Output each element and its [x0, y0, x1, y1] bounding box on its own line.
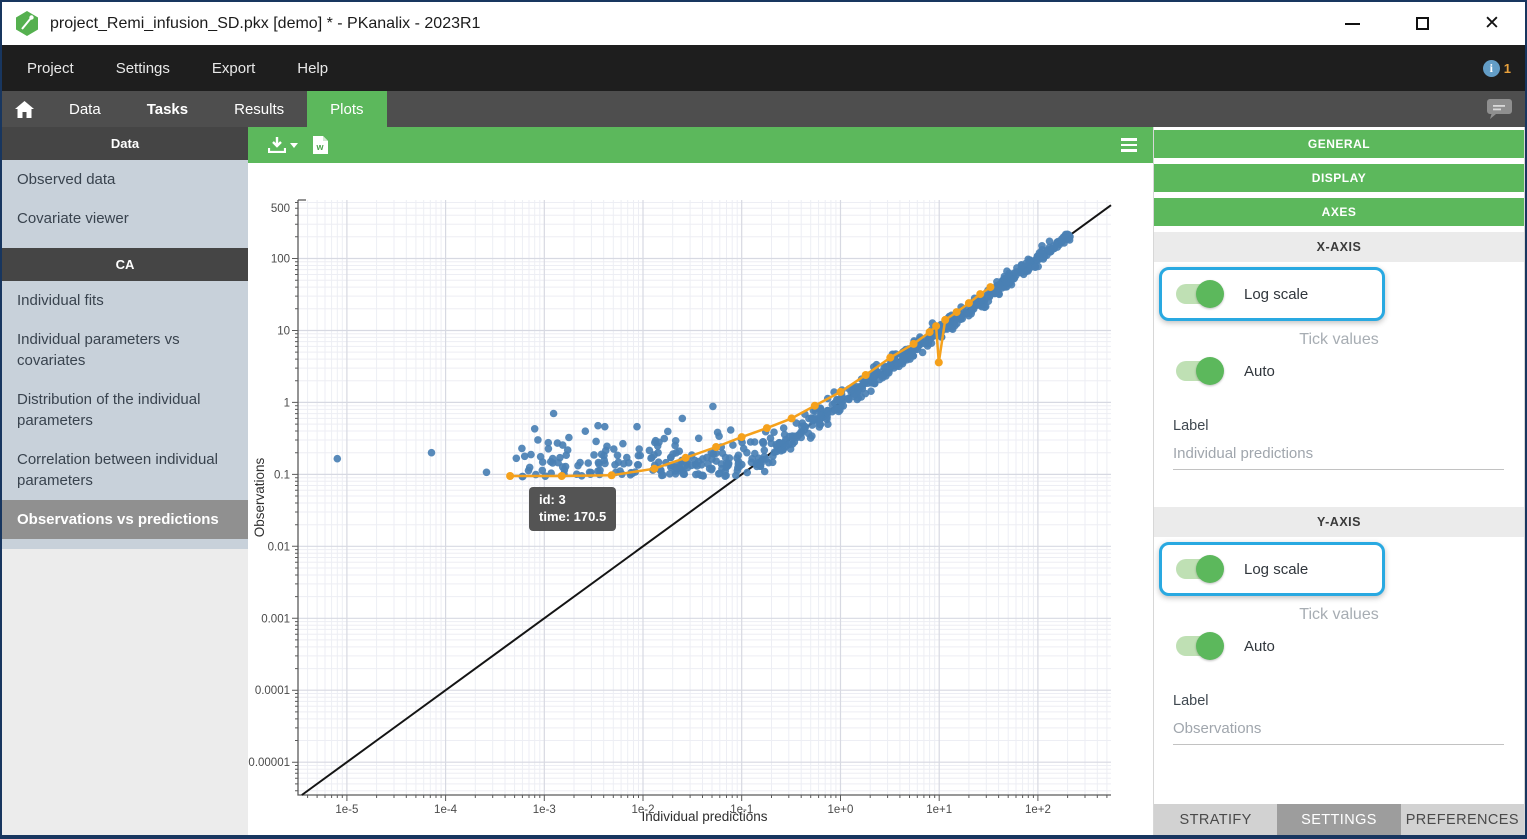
sidebar-item-individual-parameters-vs-covariates[interactable]: Individual parameters vs covariates — [2, 320, 248, 380]
svg-text:1: 1 — [284, 397, 290, 409]
menu-item-project[interactable]: Project — [6, 60, 95, 77]
sidebar-item-individual-fits[interactable]: Individual fits — [2, 281, 248, 320]
menu-bar: ProjectSettingsExportHelp i 1 — [2, 45, 1525, 91]
svg-text:10: 10 — [277, 325, 290, 337]
x-auto-row: Auto — [1176, 361, 1275, 381]
menu-item-settings[interactable]: Settings — [95, 60, 191, 77]
svg-text:1e-5: 1e-5 — [335, 804, 358, 816]
minimize-button[interactable] — [1343, 15, 1361, 33]
section-axes[interactable]: AXES — [1154, 198, 1524, 226]
home-button[interactable] — [2, 91, 46, 127]
y-auto-row: Auto — [1176, 636, 1275, 656]
svg-text:0.001: 0.001 — [261, 613, 290, 625]
svg-text:0.01: 0.01 — [268, 541, 290, 553]
comment-icon[interactable] — [1486, 98, 1513, 120]
y-log-scale-toggle[interactable] — [1176, 559, 1222, 579]
tab-bar: DataTasksResultsPlots — [2, 91, 1525, 127]
sidebar-item-distribution-of-the-individual-parameters[interactable]: Distribution of the individual parameter… — [2, 380, 248, 440]
y-tick-auto-toggle[interactable] — [1176, 636, 1222, 656]
maximize-icon — [1416, 17, 1429, 30]
sidebar-section-header-ca: CA — [2, 248, 248, 281]
svg-text:500: 500 — [271, 203, 290, 215]
svg-text:1e+2: 1e+2 — [1025, 804, 1051, 816]
x-log-scale-label: Log scale — [1244, 286, 1308, 303]
y-log-scale-label: Log scale — [1244, 561, 1308, 578]
x-tick-auto-label: Auto — [1244, 363, 1275, 380]
tab-plots[interactable]: Plots — [307, 91, 386, 127]
info-icon[interactable]: i — [1483, 60, 1500, 77]
x-tick-auto-toggle[interactable] — [1176, 361, 1222, 381]
close-button[interactable]: ✕ — [1483, 15, 1501, 33]
download-plot-button[interactable] — [268, 137, 298, 153]
title-bar: project_Remi_infusion_SD.pkx [demo] * - … — [2, 2, 1525, 45]
section-general[interactable]: GENERAL — [1154, 130, 1524, 158]
stratify-tab[interactable]: STRATIFY — [1154, 804, 1277, 835]
word-document-icon: w — [312, 135, 329, 155]
close-icon: ✕ — [1484, 14, 1500, 33]
plot-area: 1e-51e-41e-31e-21e-11e+01e+11e+250010010… — [248, 163, 1153, 835]
sidebar-item-observations-vs-predictions[interactable]: Observations vs predictions — [2, 500, 248, 539]
download-icon — [268, 137, 286, 153]
sidebar-list-data: Observed dataCovariate viewer — [2, 160, 248, 248]
svg-text:w: w — [315, 142, 324, 152]
y-axis-title: Observations — [252, 457, 267, 537]
x-tick-values-label: Tick values — [1154, 331, 1524, 349]
x-log-scale-toggle[interactable] — [1176, 284, 1222, 304]
x-axis-header[interactable]: X-AXIS — [1154, 232, 1524, 262]
sidebar-section-header-data: Data — [2, 127, 248, 160]
preferences-tab[interactable]: PREFERENCES — [1401, 804, 1524, 835]
y-tick-auto-label: Auto — [1244, 638, 1275, 655]
y-label-input[interactable]: Observations — [1173, 720, 1504, 745]
y-tick-values-label: Tick values — [1154, 606, 1524, 624]
tab-results[interactable]: Results — [211, 91, 307, 127]
plots-nav: DataObserved dataCovariate viewerCAIndiv… — [2, 127, 248, 549]
sidebar-item-correlation-between-individual-parameters[interactable]: Correlation between individual parameter… — [2, 440, 248, 500]
plots-sidebar: DataObserved dataCovariate viewerCAIndiv… — [2, 127, 248, 835]
tab-tasks[interactable]: Tasks — [124, 91, 211, 127]
sidebar-item-observed-data[interactable]: Observed data — [2, 160, 248, 199]
pkanalix-logo-icon — [14, 10, 40, 37]
notification-count: 1 — [1504, 61, 1511, 76]
y-label-caption: Label — [1173, 693, 1208, 709]
svg-text:0.00001: 0.00001 — [248, 757, 290, 769]
tabs: DataTasksResultsPlots — [46, 91, 387, 127]
export-to-word-button[interactable]: w — [312, 135, 329, 155]
svg-text:1e+1: 1e+1 — [926, 804, 952, 816]
plot-toolbar: w — [248, 127, 1153, 163]
y-axis-header[interactable]: Y-AXIS — [1154, 507, 1524, 537]
y-log-scale-highlight: Log scale — [1159, 542, 1385, 596]
pkanalix-window: project_Remi_infusion_SD.pkx [demo] * - … — [0, 0, 1527, 839]
section-display[interactable]: DISPLAY — [1154, 164, 1524, 192]
x-label-caption: Label — [1173, 418, 1208, 434]
svg-text:1e-3: 1e-3 — [533, 804, 556, 816]
plot-main: w 1e-51e-41e-31e-21e-11e+01e+11e+2500100… — [248, 127, 1153, 835]
plot-options-menu-button[interactable] — [1121, 138, 1137, 152]
svg-text:1e-4: 1e-4 — [434, 804, 458, 816]
menu-item-export[interactable]: Export — [191, 60, 276, 77]
tab-data[interactable]: Data — [46, 91, 124, 127]
minimize-icon — [1345, 23, 1360, 25]
home-icon — [15, 101, 34, 118]
window-title: project_Remi_infusion_SD.pkx [demo] * - … — [50, 15, 1343, 33]
svg-text:1e+0: 1e+0 — [828, 804, 854, 816]
x-axis-title: Individual predictions — [641, 809, 767, 824]
maximize-button[interactable] — [1413, 15, 1431, 33]
sidebar-item-covariate-viewer[interactable]: Covariate viewer — [2, 199, 248, 238]
download-caret-icon — [290, 143, 298, 148]
settings-tab[interactable]: SETTINGS — [1277, 804, 1400, 835]
svg-text:0.0001: 0.0001 — [255, 685, 290, 697]
x-log-scale-highlight: Log scale — [1159, 267, 1385, 321]
menu-icon — [1121, 138, 1137, 141]
settings-panel: GENERAL DISPLAY AXES X-AXIS Log scale Ti… — [1153, 127, 1525, 835]
svg-text:100: 100 — [271, 253, 290, 265]
sidebar-list-ca: Individual fitsIndividual parameters vs … — [2, 281, 248, 549]
menu-items: ProjectSettingsExportHelp — [6, 60, 349, 77]
obs-vs-pred-plot[interactable]: 1e-51e-41e-31e-21e-11e+01e+11e+250010010… — [248, 163, 1154, 835]
svg-text:0.1: 0.1 — [274, 469, 290, 481]
settings-panel-body: GENERAL DISPLAY AXES X-AXIS Log scale Ti… — [1154, 127, 1524, 800]
menu-item-help[interactable]: Help — [276, 60, 349, 77]
content-area: DataObserved dataCovariate viewerCAIndiv… — [2, 127, 1525, 835]
panel-footer-tabs: STRATIFY SETTINGS PREFERENCES — [1154, 800, 1524, 835]
x-label-input[interactable]: Individual predictions — [1173, 445, 1504, 470]
